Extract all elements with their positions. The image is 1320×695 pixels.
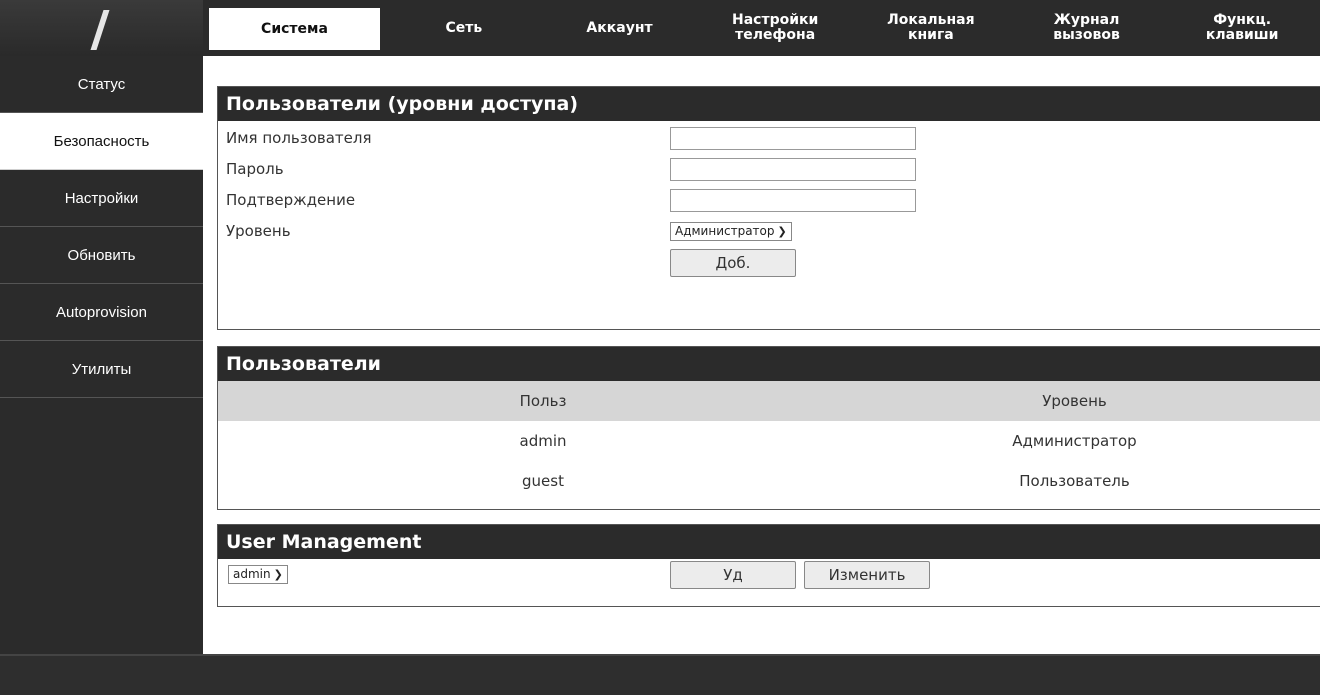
column-header-level: Уровень — [828, 381, 1320, 421]
logo-slash-mark — [90, 10, 110, 50]
level-select-value: Администратор — [675, 224, 775, 238]
user-management-row: admin ❯ Уд Изменить — [218, 559, 1320, 603]
user-management-title: User Management — [218, 525, 1320, 559]
level-select[interactable]: Администратор ❯ — [670, 222, 792, 241]
users-table: Польз Уровень admin Администратор guest … — [218, 381, 1320, 501]
sidebar-item-upgrade[interactable]: Обновить — [0, 227, 203, 284]
level-cell: Пользователь — [1019, 472, 1130, 490]
user-select-value: admin — [233, 567, 271, 581]
users-panel: Пользователи Польз Уровень admin Админис… — [217, 346, 1320, 510]
add-row: Доб. — [218, 247, 1320, 287]
table-row: guest Пользователь — [218, 461, 1320, 501]
sidebar-item-security[interactable]: Безопасность — [0, 113, 203, 170]
user-select[interactable]: admin ❯ — [228, 565, 288, 584]
users-title: Пользователи — [218, 347, 1320, 381]
chevron-down-icon: ❯ — [777, 225, 787, 238]
column-header-user: Польз — [218, 381, 828, 421]
tab-account[interactable]: Аккаунт — [542, 0, 698, 56]
tab-phone-settings[interactable]: Настройки телефона — [697, 0, 853, 56]
sidebar-item-settings[interactable]: Настройки — [0, 170, 203, 227]
table-row: admin Администратор — [218, 421, 1320, 461]
password-label: Пароль — [226, 160, 284, 178]
access-levels-panel: Пользователи (уровни доступа) Имя пользо… — [217, 86, 1320, 330]
username-input[interactable] — [670, 127, 916, 150]
username-row: Имя пользователя — [218, 123, 1320, 154]
tab-system[interactable]: Система — [209, 8, 380, 50]
user-cell: guest — [522, 472, 564, 490]
user-cell: admin — [519, 432, 567, 450]
tab-network[interactable]: Сеть — [386, 0, 542, 56]
users-table-header: Польз Уровень — [218, 381, 1320, 421]
access-levels-title: Пользователи (уровни доступа) — [218, 87, 1320, 121]
sidebar-item-autoprovision[interactable]: Autoprovision — [0, 284, 203, 341]
sidebar-item-status[interactable]: Статус — [0, 56, 203, 113]
username-label: Имя пользователя — [226, 129, 372, 147]
tab-call-log[interactable]: Журнал вызовов — [1009, 0, 1165, 56]
footer-bar — [0, 654, 1320, 695]
password-input[interactable] — [670, 158, 916, 181]
confirm-label: Подтверждение — [226, 191, 356, 209]
level-label: Уровень — [226, 222, 291, 240]
edit-user-button[interactable]: Изменить — [804, 561, 930, 589]
sidebar: Статус Безопасность Настройки Обновить A… — [0, 56, 203, 654]
chevron-down-icon: ❯ — [273, 568, 283, 581]
logo — [0, 0, 203, 57]
sidebar-item-tools[interactable]: Утилиты — [0, 341, 203, 398]
main-content: Пользователи (уровни доступа) Имя пользо… — [203, 56, 1320, 654]
level-row: Уровень Администратор ❯ — [218, 216, 1320, 247]
add-user-button[interactable]: Доб. — [670, 249, 796, 277]
confirm-row: Подтверждение — [218, 185, 1320, 216]
top-navigation: Система Сеть Аккаунт Настройки телефона … — [203, 0, 1320, 56]
confirm-input[interactable] — [670, 189, 916, 212]
level-cell: Администратор — [1012, 432, 1137, 450]
tab-phonebook[interactable]: Локальная книга — [853, 0, 1009, 56]
delete-user-button[interactable]: Уд — [670, 561, 796, 589]
tab-function-keys[interactable]: Функц. клавиши — [1164, 0, 1320, 56]
password-row: Пароль — [218, 154, 1320, 185]
user-management-panel: User Management admin ❯ Уд Изменить — [217, 524, 1320, 607]
